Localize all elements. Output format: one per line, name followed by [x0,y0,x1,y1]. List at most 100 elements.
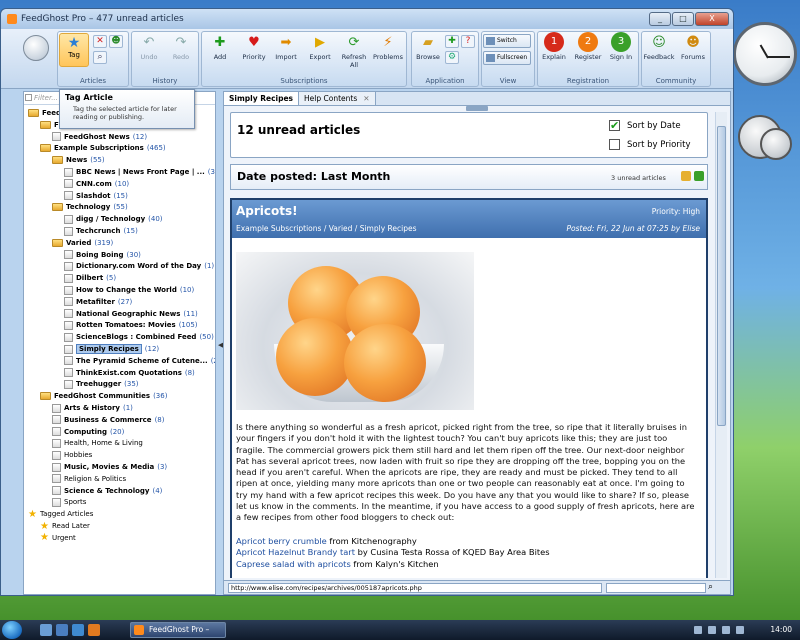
start-button[interactable] [2,621,22,639]
tree-node[interactable]: Dilbert (5) [64,272,116,284]
tab-help-contents[interactable]: Help Contents ✕ [299,92,376,105]
tree-node[interactable]: Health, Home & Living [52,437,143,449]
article-path[interactable]: Example Subscriptions / Varied / Simply … [236,224,417,233]
tree-node-label: Technology [66,203,111,212]
tree-node[interactable]: CNN.com (10) [64,178,129,190]
sort-by-priority-option[interactable]: Sort by Priority [609,139,691,150]
switch-windows-icon[interactable] [56,624,68,636]
tree-node[interactable]: Religion & Politics [52,473,126,485]
redo-button[interactable]: ↷ Redo [164,32,198,62]
help-icon[interactable]: ? [461,35,475,48]
tree-node[interactable]: ScienceBlogs : Combined Feed (50) [64,331,214,343]
down-arrow-icon[interactable] [694,171,704,181]
minimize-button[interactable]: _ [649,12,671,26]
show-desktop-icon[interactable] [40,624,52,636]
tree-node[interactable]: Computing (20) [52,426,124,438]
user-icon[interactable]: ☻ [109,35,123,48]
tree-node[interactable]: Slashdot (15) [64,190,128,202]
feed-icon [64,285,73,295]
mark-read-icon[interactable] [681,171,691,181]
scrollbar-thumb[interactable] [717,126,726,426]
tree-node[interactable]: Example Subscriptions (465) [40,142,166,154]
status-search-input[interactable] [606,583,706,593]
tree-node[interactable]: News (55) [52,154,105,166]
refresh-all-button[interactable]: ⟳ Refresh All [337,32,371,70]
browse-button[interactable]: ▰ Browse [411,32,445,62]
tree-node[interactable]: BBC News | News Front Page | ...(30) [64,166,215,178]
undo-button[interactable]: ↶ Undo [132,32,166,62]
tree-node[interactable]: Science & Technology (4) [52,485,162,497]
tree-node[interactable]: Dictionary.com Word of the Day (1) [64,260,214,272]
recipe-link[interactable]: Apricot berry crumble [236,536,327,546]
unread-count: (10) [179,286,195,294]
collapse-grip-icon[interactable] [466,106,488,111]
tag-button[interactable]: ★ Tag [59,33,89,67]
internet-explorer-icon[interactable] [72,624,84,636]
tree-node[interactable]: How to Change the World (10) [64,284,194,296]
tree-node[interactable]: Business & Commerce (8) [52,414,164,426]
tree-node[interactable]: Metafilter (27) [64,296,132,308]
date-group-header: Date posted: Last Month 3 unread article… [230,164,708,190]
taskbar-feedghost-button[interactable]: FeedGhost Pro – 477... [130,622,226,640]
firefox-icon[interactable] [88,624,100,636]
tray-icon[interactable] [736,626,744,634]
feedback-button[interactable]: ☺ Feedback [642,32,676,62]
tree-node[interactable]: Simply Recipes (12) [64,343,159,355]
tree-node[interactable]: Varied (319) [52,237,113,249]
checkbox-unchecked-icon[interactable] [609,139,620,150]
import-button[interactable]: ➡ Import [269,32,303,62]
search-icon[interactable]: ⌕ [708,582,713,592]
export-button[interactable]: ▶ Export [303,32,337,62]
tree-node[interactable]: FeedGhost News (12) [52,131,147,143]
recipe-link[interactable]: Apricot Hazelnut Brandy tart [236,547,355,557]
tree-node[interactable]: Rotten Tomatoes: Movies (105) [64,319,198,331]
tree-node[interactable]: The Pyramid Scheme of Cutene...(25) [64,355,215,367]
tree-node[interactable]: Music, Movies & Media (3) [52,461,167,473]
tree-node[interactable]: ★ Read Later [40,520,90,532]
tree-node[interactable]: Boing Boing (30) [64,249,141,261]
feed-icon [52,427,61,437]
recipe-link[interactable]: Caprese salad with apricots [236,559,351,569]
settings-icon[interactable]: ⚙ [445,51,459,64]
search-icon[interactable]: ⌕ [93,51,107,64]
problems-button[interactable]: ⚡ Problems [371,32,405,62]
tree-node[interactable]: ★ Urgent [40,532,76,544]
add-button[interactable]: ✚ Add [203,32,237,62]
tree-node[interactable]: National Geographic News (11) [64,308,198,320]
tree-node[interactable]: ThinkExist.com Quotations (8) [64,367,195,379]
vertical-scrollbar[interactable] [715,112,727,578]
register-button[interactable]: 2 Register [571,32,605,61]
tray-icon[interactable] [694,626,702,634]
tree-node[interactable]: F [40,119,59,131]
close-tab-icon[interactable]: ✕ [363,94,369,103]
tree-node[interactable]: Treehugger (35) [64,378,139,390]
tree-node[interactable]: Hobbies [52,449,92,461]
tree-node-label: Religion & Politics [64,474,127,483]
fullscreen-button[interactable]: Fullscreen [483,51,531,65]
application-orb[interactable] [23,35,49,61]
tree-node[interactable]: Sports [52,496,86,508]
forums-button[interactable]: ☻ Forums [676,32,710,62]
article-title[interactable]: Apricots! [236,204,298,218]
checkbox-checked-icon[interactable]: ✔ [609,120,620,131]
feed-icon [64,261,73,271]
explain-button[interactable]: 1 Explain [537,32,571,61]
switch-button[interactable]: Switch [483,34,531,48]
add-small-icon[interactable]: ✚ [445,35,459,48]
network-icon[interactable] [708,626,716,634]
maximize-button[interactable]: □ [672,12,694,26]
tree-node[interactable]: Arts & History (1) [52,402,133,414]
close-button[interactable]: X [695,12,729,26]
tab-simply-recipes[interactable]: Simply Recipes [224,92,300,105]
tree-node[interactable]: Techcrunch (15) [64,225,138,237]
priority-button[interactable]: ♥ Priority [237,32,271,62]
sign-in-button[interactable]: 3 Sign In [604,32,638,61]
volume-icon[interactable] [722,626,730,634]
taskbar-clock[interactable]: 14:00 [770,622,792,638]
tree-node[interactable]: ★ Tagged Articles [28,508,93,520]
tree-node[interactable]: digg / Technology (40) [64,213,163,225]
tree-node[interactable]: Technology (55) [52,201,128,213]
sort-by-date-option[interactable]: ✔ Sort by Date [609,120,681,131]
delete-icon[interactable]: ✕ [93,35,107,48]
tree-node[interactable]: FeedGhost Communities (36) [40,390,167,402]
